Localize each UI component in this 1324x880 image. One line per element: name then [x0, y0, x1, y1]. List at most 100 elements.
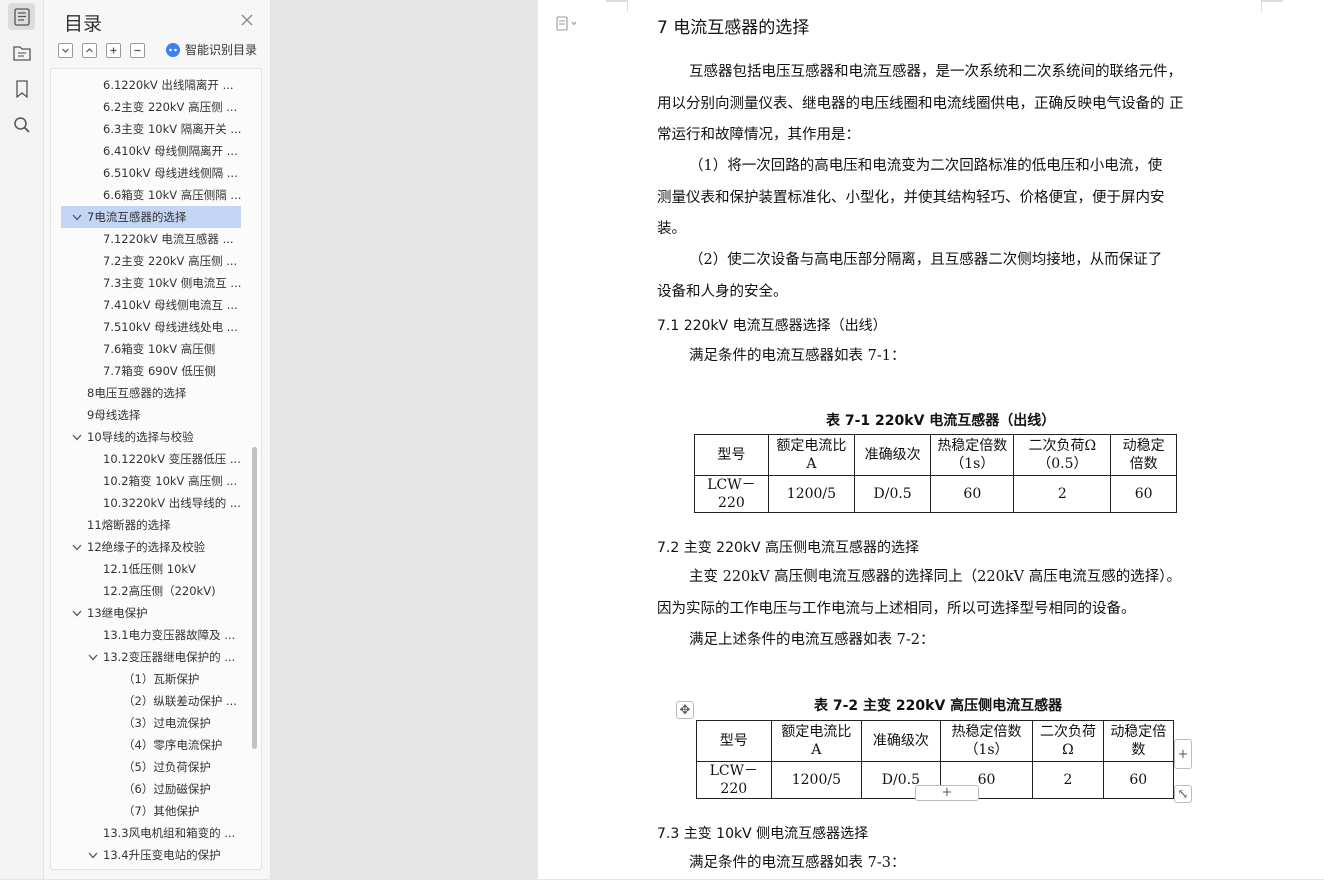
toc-item[interactable]: 7.410kV 母线侧电流互 ... [51, 294, 255, 316]
section-7-1-text: 满足条件的电流互感器如表 7-1： [657, 341, 1232, 373]
toc-item-label: 7.1220kV 电流互感器 ... [103, 232, 234, 246]
section-7-3-heading: 7.3 主变 10kV 侧电流互感器选择 [657, 826, 869, 842]
toc-item-label: （1）瓦斯保护 [123, 672, 200, 686]
text-line: 装。 [657, 221, 686, 237]
table-header-cell: 额定电流比 A [770, 720, 863, 762]
toc-item-label: 12.1低压侧 10kV [103, 562, 196, 576]
text-line: 互感器包括电压互感器和电流互感器，是一次系统和二次系统间的联络元件， [689, 64, 1182, 80]
chevron-down-icon[interactable] [71, 536, 83, 558]
toc-item[interactable]: 6.2主变 220kV 高压侧 ... [51, 96, 255, 118]
text-line: 满足条件的电流互感器如表 7-3： [689, 855, 906, 871]
table-move-handle-icon[interactable]: ✥ [676, 701, 694, 719]
toc-item[interactable]: 10.1220kV 变压器低压 ... [51, 448, 255, 470]
toc-item[interactable]: 6.410kV 母线侧隔离开 ... [51, 140, 255, 162]
chevron-down-icon[interactable] [87, 844, 99, 866]
toc-item[interactable]: （3）过电流保护 [51, 712, 255, 734]
chevron-down-icon[interactable] [87, 646, 99, 668]
toc-item[interactable]: 9母线选择 [51, 404, 255, 426]
chevron-down-icon[interactable] [71, 426, 83, 448]
text-line: （2）使二次设备与高电压部分隔离，且互感器二次侧均接地，从而保证了 [689, 252, 1163, 268]
toc-item[interactable]: 13.1电力变压器故障及 ... [51, 624, 255, 646]
toc-item-label: 10.2箱变 10kV 高压侧 ... [103, 474, 238, 488]
toc-item[interactable]: 13.2变压器继电保护的 ... [51, 646, 255, 668]
chevron-down-icon[interactable] [71, 206, 83, 228]
table-cell: 2 [1013, 475, 1112, 513]
toc-item[interactable]: （6）过励磁保护 [51, 778, 255, 800]
remove-heading-icon[interactable] [130, 43, 145, 58]
table-header-cell: 动稳定倍数 [1102, 720, 1175, 762]
toc-item[interactable]: 8电压互感器的选择 [51, 382, 255, 404]
toc-item[interactable]: （7）其他保护 [51, 800, 255, 822]
add-column-icon[interactable]: + [1174, 739, 1192, 769]
toc-item-label: 13.2变压器继电保护的 ... [103, 650, 236, 664]
toc-item-label: 7.2主变 220kV 高压侧 ... [103, 254, 238, 268]
toc-item[interactable]: 7.7箱变 690V 低压侧 [51, 360, 255, 382]
toc-item[interactable]: 7.3主变 10kV 侧电流互 ... [51, 272, 255, 294]
table-resize-icon[interactable]: ⤡ [1174, 785, 1192, 803]
table-cell: 60 [1102, 761, 1175, 799]
section-7-2-text: 主变 220kV 高压侧电流互感器的选择同上（220kV 高压电流互感的选择）。… [657, 562, 1232, 657]
add-heading-icon[interactable] [106, 43, 121, 58]
toc-item-label: （2）纵联差动保护 ... [123, 694, 237, 708]
toc-item[interactable]: （2）纵联差动保护 ... [51, 690, 255, 712]
toc-item[interactable]: 7.510kV 母线进线处电 ... [51, 316, 255, 338]
search-icon[interactable] [8, 111, 35, 138]
toc-item-label: 6.3主变 10kV 隔离开关 ... [103, 122, 242, 136]
toc-item[interactable]: （4）零序电流保护 [51, 734, 255, 756]
toc-item[interactable]: 10.3220kV 出线导线的 ... [51, 492, 255, 514]
toc-item[interactable]: 7.6箱变 10kV 高压侧 [51, 338, 255, 360]
folder-tree-icon[interactable] [8, 39, 35, 66]
margin-corner-right [1261, 0, 1283, 12]
toc-item[interactable]: （5）过负荷保护 [51, 756, 255, 778]
toc-item[interactable]: 10.2箱变 10kV 高压侧 ... [51, 470, 255, 492]
smart-icon [166, 42, 180, 57]
toc-item[interactable]: 13继电保护 [51, 602, 255, 624]
toc-item-label: 13继电保护 [87, 606, 148, 620]
expand-all-icon[interactable] [82, 43, 97, 58]
toc-item-label: 7.3主变 10kV 侧电流互 ... [103, 276, 242, 290]
table-header-cell: 型号 [694, 434, 769, 476]
toc-item[interactable]: 7.1220kV 电流互感器 ... [51, 228, 255, 250]
toc-item-label: 9母线选择 [87, 408, 141, 422]
toc-item[interactable]: 12.2高压侧（220kV) [51, 580, 255, 602]
toc-item[interactable]: 10导线的选择与校验 [51, 426, 255, 448]
toc-item[interactable]: 12.1低压侧 10kV [51, 558, 255, 580]
add-row-icon[interactable]: + [915, 785, 979, 801]
table-header-cell: 准确级次 [854, 434, 932, 476]
section-7-2-heading: 7.2 主变 220kV 高压侧电流互感器的选择 [657, 540, 920, 556]
toc-item-label: 8电压互感器的选择 [87, 386, 187, 400]
toc-item-label: 10.1220kV 变压器低压 ... [103, 452, 241, 466]
text-line: 主变 220kV 高压侧电流互感器的选择同上（220kV 高压电流互感的选择）。 [689, 569, 1181, 585]
toc-item[interactable]: 13.4升压变电站的保护 [51, 844, 255, 866]
toc-item[interactable]: 13.3风电机组和箱变的 ... [51, 822, 255, 844]
toc-item[interactable]: 6.1220kV 出线隔离开 ... [51, 74, 255, 96]
toc-item-label: 13.4升压变电站的保护 [103, 848, 221, 862]
bookmark-icon[interactable] [8, 75, 35, 102]
table-7-1: 型号 额定电流比 A 准确级次 热稳定倍数（1s） 二次负荷Ω（0.5） 动稳定… [694, 434, 1177, 513]
toc-item[interactable]: 11熔断器的选择 [51, 514, 255, 536]
toc-item-label: （3）过电流保护 [123, 716, 211, 730]
chevron-down-icon[interactable] [71, 602, 83, 624]
table-header-cell: 热稳定倍数（1s） [939, 720, 1034, 762]
toc-item[interactable]: 7.2主变 220kV 高压侧 ... [51, 250, 255, 272]
outline-icon[interactable] [8, 3, 35, 30]
toc-item[interactable]: 7电流互感器的选择 [61, 206, 241, 228]
toc-item[interactable]: 12绝缘子的选择及校验 [51, 536, 255, 558]
smart-toc-button[interactable]: 智能识别目录 [166, 41, 257, 58]
toc-item-label: 7.7箱变 690V 低压侧 [103, 364, 216, 378]
toc-item[interactable]: 6.3主变 10kV 隔离开关 ... [51, 118, 255, 140]
collapse-all-icon[interactable] [58, 43, 73, 58]
toc-item[interactable]: 6.510kV 母线进线侧隔 ... [51, 162, 255, 184]
panel-title: 目录 [64, 13, 103, 35]
table-cell: 2 [1032, 761, 1104, 799]
toc-item[interactable]: 6.6箱变 10kV 高压侧隔 ... [51, 184, 255, 206]
text-line: 用以分别向测量仪表、继电器的电压线圈和电流线圈供电，正确反映电气设备的 正 [657, 95, 1184, 112]
table-cell: D/0.5 [854, 475, 932, 513]
close-icon[interactable] [239, 12, 255, 28]
page-nav-icon[interactable] [556, 16, 580, 32]
toc-item-label: 10.3220kV 出线导线的 ... [103, 496, 241, 510]
table-cell: 1200/5 [767, 475, 856, 513]
toc-item-label: （5）过负荷保护 [123, 760, 211, 774]
toc-item[interactable]: （1）瓦斯保护 [51, 668, 255, 690]
toc-item-label: 7电流互感器的选择 [87, 210, 187, 224]
